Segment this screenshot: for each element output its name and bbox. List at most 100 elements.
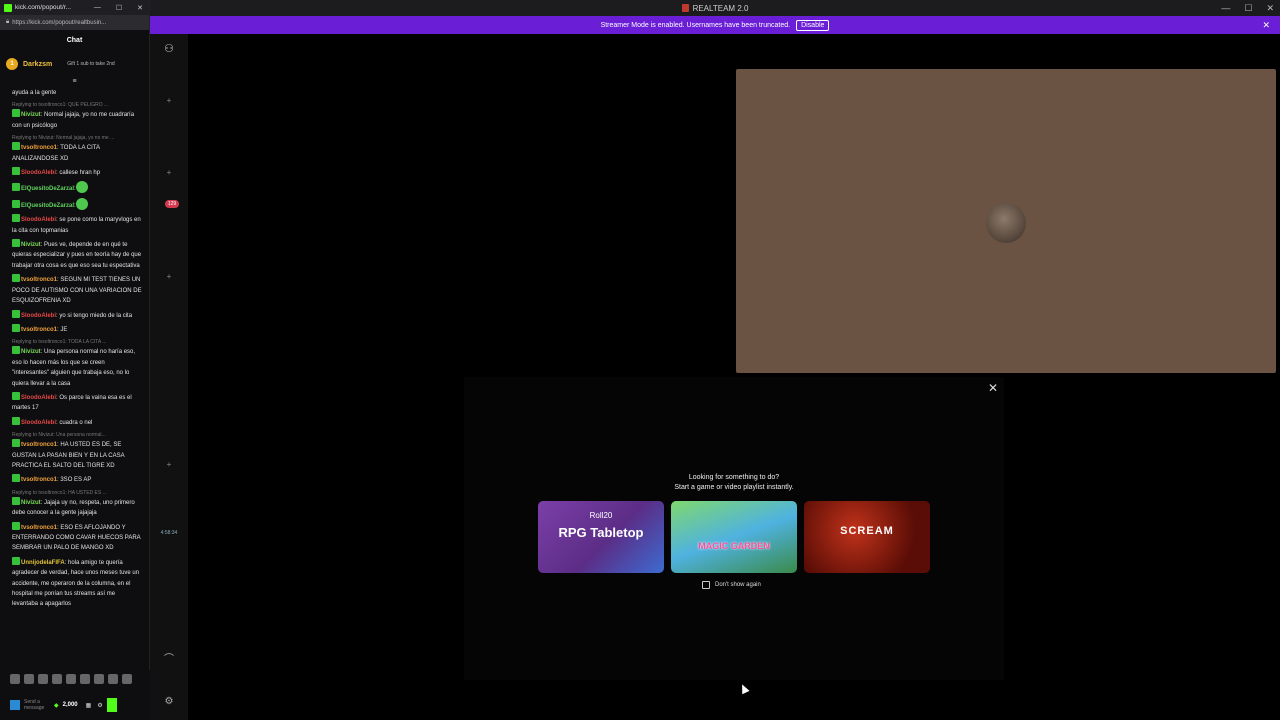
rail-plus-icon[interactable]: + bbox=[150, 96, 188, 105]
emote-icon[interactable] bbox=[94, 674, 104, 684]
chat-message[interactable]: Nivizut: Pues ve, depende de en qué te q… bbox=[12, 239, 142, 271]
card-label: SCREAM bbox=[840, 525, 894, 537]
chat-message[interactable]: SloodoAlebi: cuadra o nel bbox=[12, 416, 142, 428]
server-rail: ⚇ + + 129 + + 4:58:34 ⌒ ⚙ bbox=[150, 34, 188, 720]
chat-username[interactable]: Nivizut bbox=[21, 242, 41, 248]
chat-settings-icon[interactable]: ⚙ bbox=[97, 702, 102, 709]
chat-username[interactable]: Nivizut bbox=[21, 349, 41, 355]
chat-username[interactable]: tvsoltronco1 bbox=[21, 477, 57, 483]
message-text: : hola amigo te quería agradecer de verd… bbox=[12, 559, 140, 608]
chat-message[interactable]: SloodoAlebi: yo si tengo miedo de la cit… bbox=[12, 309, 142, 321]
reply-context[interactable]: Replying to Nivizut: Normal jajaja, yo n… bbox=[12, 134, 142, 142]
chat-username[interactable]: SloodoAlebi bbox=[21, 420, 56, 426]
chat-message[interactable]: Replying to tvsoltronco1: HA USTED ES ..… bbox=[12, 489, 142, 519]
user-badge-icon bbox=[12, 346, 20, 355]
chat-username[interactable]: tvsoltronco1 bbox=[21, 277, 57, 283]
chat-username[interactable]: SloodoAlebi bbox=[21, 313, 56, 319]
chat-message[interactable]: Replying to tvsoltronco1: QUE PELIGRO ..… bbox=[12, 101, 142, 131]
chat-message[interactable]: Replying to tvsoltronco1: TODA LA CITA .… bbox=[12, 338, 142, 389]
chat-message[interactable]: ElQuesitoDeZarzal: bbox=[12, 197, 142, 211]
magic-garden-card[interactable]: MAGIC GARDEN bbox=[671, 501, 797, 573]
chat-username[interactable]: tvsoltronco1 bbox=[21, 525, 57, 531]
reply-context[interactable]: Replying to Nivizut: Una persona normal.… bbox=[12, 431, 142, 439]
emote-icon[interactable] bbox=[80, 674, 90, 684]
emote-icon[interactable] bbox=[122, 674, 132, 684]
chat-message[interactable]: SloodoAlebi: callese hran hp bbox=[12, 167, 142, 178]
minimize-button[interactable]: — bbox=[94, 4, 101, 12]
gift-sub-text: Gift 1 sub to take 2nd bbox=[67, 61, 115, 67]
maximize-button[interactable]: ☐ bbox=[116, 4, 122, 12]
close-window-button[interactable]: ✕ bbox=[137, 4, 143, 12]
url-bar[interactable]: 🔒︎ https://kick.com/popout/realtbusin... bbox=[0, 15, 149, 30]
channel-points[interactable]: 2,000 bbox=[63, 702, 78, 708]
close-icon[interactable]: ✕ bbox=[1262, 20, 1270, 31]
dont-show-again-option[interactable]: Don't show again bbox=[702, 581, 761, 589]
rail-plus-icon[interactable]: + bbox=[150, 460, 188, 469]
prompt-line-2: Start a game or video playlist instantly… bbox=[674, 484, 794, 491]
emote-icon[interactable] bbox=[38, 674, 48, 684]
chat-message[interactable]: ElQuesitoDeZarzal: bbox=[12, 181, 142, 194]
minimize-button[interactable]: — bbox=[1221, 3, 1230, 13]
chat-message[interactable]: tvsoltronco1: 3SO ES AP bbox=[12, 474, 142, 485]
user-badge-icon bbox=[12, 391, 20, 400]
emote-icon[interactable] bbox=[66, 674, 76, 684]
reply-context[interactable]: Replying to tvsoltronco1: TODA LA CITA .… bbox=[12, 338, 142, 346]
main-titlebar: REALTEAM 2.0 — ☐ ✕ bbox=[150, 0, 1280, 16]
chat-message[interactable]: tvsoltronco1: ESO ES AFLOJANDO Y ENTERRA… bbox=[12, 521, 142, 554]
mouse-cursor-icon bbox=[738, 682, 750, 695]
chat-username[interactable]: tvsoltronco1 bbox=[21, 442, 57, 448]
message-line: tvsoltronco1: 3SO ES AP bbox=[12, 474, 142, 485]
chat-username[interactable]: UnnijodelaFIFA bbox=[21, 560, 65, 566]
maximize-button[interactable]: ☐ bbox=[1244, 3, 1252, 14]
user-badge-icon bbox=[12, 496, 20, 505]
emote-icon[interactable] bbox=[108, 674, 118, 684]
chat-message[interactable]: UnnijodelaFIFA: hola amigo te quería agr… bbox=[12, 556, 142, 610]
chat-username[interactable]: Nivizut bbox=[21, 500, 41, 506]
chat-username[interactable]: SloodoAlebi bbox=[21, 170, 56, 176]
chat-input-row: Send a message ◆ 2,000 ▦ ⚙ bbox=[10, 694, 148, 716]
rpg-tabletop-card[interactable]: Roll20 RPG Tabletop bbox=[538, 501, 664, 573]
chat-messages: ayuda a la gente Replying to tvsoltronco1… bbox=[0, 88, 148, 668]
close-icon[interactable]: ✕ bbox=[988, 381, 998, 395]
window-title-group: REALTEAM 2.0 bbox=[681, 4, 748, 13]
card-label: RPG Tabletop bbox=[558, 525, 644, 540]
chat-username[interactable]: tvsoltronco1 bbox=[21, 145, 57, 151]
rail-plus-icon[interactable]: + bbox=[150, 168, 188, 177]
chat-message[interactable]: SloodoAlebi: se pone como la maryvlogs e… bbox=[12, 214, 142, 236]
send-button[interactable] bbox=[106, 698, 117, 712]
rail-timer: 4:58:34 bbox=[160, 530, 178, 536]
close-window-button[interactable]: ✕ bbox=[1266, 3, 1274, 14]
chat-message[interactable]: tvsoltronco1: JE bbox=[12, 323, 142, 335]
filter-icon[interactable]: ≡ bbox=[0, 78, 149, 86]
reply-context[interactable]: Replying to tvsoltronco1: HA USTED ES ..… bbox=[12, 489, 142, 497]
settings-gear-icon[interactable]: ⚙ bbox=[150, 696, 188, 707]
chat-username[interactable]: Nivizut bbox=[21, 112, 41, 118]
chat-message[interactable]: Replying to Nivizut: Una persona normal.… bbox=[12, 431, 142, 471]
chat-input[interactable]: Send a message bbox=[24, 699, 50, 711]
emote-icon[interactable] bbox=[52, 674, 62, 684]
scream-card[interactable]: SCREAM bbox=[804, 501, 930, 573]
reply-context[interactable]: Replying to tvsoltronco1: QUE PELIGRO ..… bbox=[12, 101, 142, 109]
dont-show-checkbox[interactable] bbox=[702, 581, 710, 589]
chat-username[interactable]: tvsoltronco1 bbox=[21, 327, 57, 333]
chat-username[interactable]: ElQuesitoDeZarzal bbox=[21, 186, 74, 192]
chat-message[interactable]: tvsoltronco1: SEGUN MI TEST TIENES UN PO… bbox=[12, 274, 142, 306]
emote-picker-icon[interactable]: ▦ bbox=[86, 702, 92, 709]
chat-message[interactable]: Replying to Nivizut: Normal jajaja, yo n… bbox=[12, 134, 142, 164]
chat-username[interactable]: ElQuesitoDeZarzal bbox=[21, 203, 74, 209]
pinned-gifter[interactable]: 1 Darkzsm Gift 1 sub to take 2nd bbox=[0, 50, 149, 78]
user-badge-icon bbox=[12, 274, 20, 283]
disable-streamer-mode-button[interactable]: Disable bbox=[796, 19, 830, 31]
message-line: tvsoltronco1: TODA LA CITA ANALIZANDOSE … bbox=[12, 142, 142, 164]
chat-username[interactable]: SloodoAlebi bbox=[21, 395, 56, 401]
rail-plus-icon[interactable]: + bbox=[150, 272, 188, 281]
emote-icon[interactable] bbox=[10, 674, 20, 684]
headset-icon[interactable]: ⌒ bbox=[150, 650, 188, 665]
user-badge-icon bbox=[12, 309, 20, 318]
window-controls: — ☐ ✕ bbox=[1221, 0, 1274, 16]
chat-username[interactable]: SloodoAlebi bbox=[21, 217, 56, 223]
chat-message[interactable]: SloodoAlebi: Os parce la vaina esa es el… bbox=[12, 391, 142, 414]
emote-icon[interactable] bbox=[24, 674, 34, 684]
chat-message[interactable]: ayuda a la gente bbox=[12, 88, 142, 98]
add-friend-icon[interactable]: ⚇ bbox=[150, 42, 188, 55]
